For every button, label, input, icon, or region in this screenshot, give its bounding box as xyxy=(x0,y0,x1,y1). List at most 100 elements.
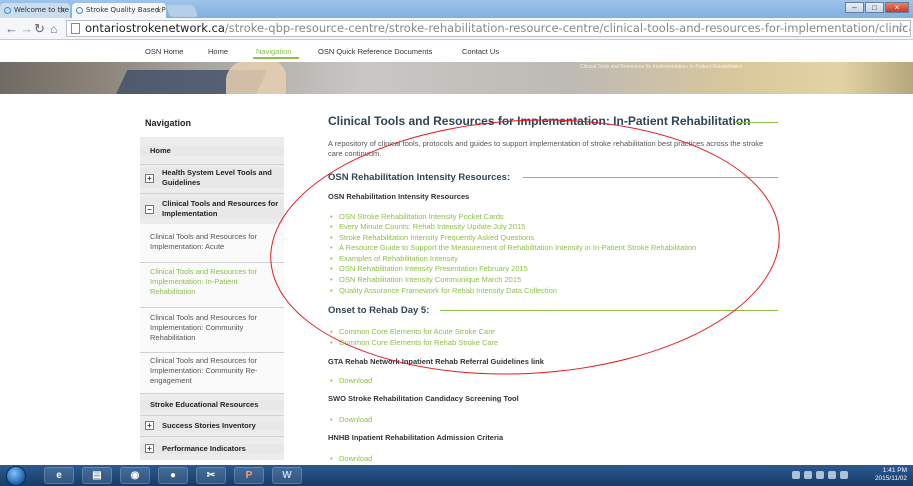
sidebar-item-label: Clinical Tools and Resources for Impleme… xyxy=(150,232,257,251)
section-rule xyxy=(523,177,778,178)
sidebar-item-educational[interactable]: Stroke Educational Resources xyxy=(140,400,284,410)
site-nav: OSN Home Home Navigation OSN Quick Refer… xyxy=(0,41,913,62)
url-host: ontariostrokenetwork.ca xyxy=(85,21,225,35)
resource-link[interactable]: OSN Stroke Rehabilitation Intensity Pock… xyxy=(330,212,504,221)
sidebar-item-home[interactable]: Home xyxy=(140,146,284,156)
back-arrow-icon[interactable]: ← xyxy=(5,22,18,36)
sidebar-item-clinical-tools[interactable]: − Clinical Tools and Resources for Imple… xyxy=(140,199,284,219)
sidebar-divider xyxy=(140,164,284,165)
address-bar[interactable]: ontariostrokenetwork.ca/stroke-qbp-resou… xyxy=(66,20,911,37)
download-link[interactable]: Download xyxy=(330,376,372,385)
download-link[interactable]: Download xyxy=(330,415,372,424)
resource-link[interactable]: A Resource Guide to Support the Measurem… xyxy=(330,243,696,252)
collapse-icon[interactable]: − xyxy=(145,205,154,214)
tray-flag-icon[interactable] xyxy=(840,471,848,479)
expand-icon[interactable]: + xyxy=(145,421,154,430)
close-tab-icon[interactable]: × xyxy=(59,3,66,18)
favicon-icon xyxy=(4,7,11,14)
page-title: Clinical Tools and Resources for Impleme… xyxy=(328,114,751,128)
home-icon[interactable]: ⌂ xyxy=(50,22,57,36)
download-link[interactable]: Download xyxy=(330,454,372,463)
browser-tab-stroke-qbp[interactable]: Stroke Quality Based Proc × xyxy=(72,3,166,18)
tray-arrow-icon[interactable] xyxy=(792,471,800,479)
section-rule xyxy=(440,310,778,311)
window-close-icon[interactable]: × xyxy=(885,2,909,13)
url-path: /stroke-qbp-resource-centre/stroke-rehab… xyxy=(224,21,910,35)
header-banner: Clinical Tools and Resources for Impleme… xyxy=(0,62,913,94)
sidebar-item-label: Clinical Tools and Resources for Impleme… xyxy=(150,356,258,385)
tab-label: Stroke Quality Based Proc xyxy=(86,6,166,14)
page-icon xyxy=(71,23,80,34)
window-controls: – □ × xyxy=(845,2,909,13)
sidebar-divider xyxy=(140,193,284,194)
reload-icon[interactable]: ↻ xyxy=(34,22,45,36)
banner-caption: Clinical Tools and Resources for Impleme… xyxy=(580,64,743,70)
download-heading: SWO Stroke Rehabilitation Candidacy Scre… xyxy=(328,394,519,403)
new-tab-button[interactable] xyxy=(165,5,199,17)
minimize-icon[interactable]: – xyxy=(845,2,864,13)
sidebar-item-label: Clinical Tools and Resources for Impleme… xyxy=(162,199,279,218)
sidebar-title: Navigation xyxy=(145,118,192,128)
sidebar-item-label: Clinical Tools and Resources for Impleme… xyxy=(150,267,257,296)
sidebar-item-label: Stroke Educational Resources xyxy=(150,400,259,409)
sidebar-item-label: Success Stories Inventory xyxy=(162,421,256,430)
start-button[interactable] xyxy=(6,466,26,486)
forward-arrow-icon[interactable]: → xyxy=(20,22,33,36)
chrome-icon[interactable]: ◉ xyxy=(120,467,150,484)
word-icon[interactable]: W xyxy=(272,467,302,484)
site-nav-navigation[interactable]: Navigation xyxy=(256,47,291,56)
resource-link[interactable]: Every Minute Counts: Rehab Intensity Upd… xyxy=(330,222,525,231)
sidebar-item-community-reengagement[interactable]: Clinical Tools and Resources for Impleme… xyxy=(140,353,284,393)
sidebar-item-performance[interactable]: + Performance Indicators xyxy=(140,444,284,454)
sidebar-item-label: Health System Level Tools and Guidelines xyxy=(162,168,272,187)
clock-date: 2015/11/02 xyxy=(874,475,907,482)
folder-icon[interactable]: ▤ xyxy=(82,467,112,484)
resource-link[interactable]: Common Core Elements for Acute Stroke Ca… xyxy=(330,327,495,336)
browser-tab-bar: Welcome to the Ontario S × Stroke Qualit… xyxy=(0,0,913,18)
close-tab-icon[interactable]: × xyxy=(155,3,162,18)
sidebar-item-label: Performance Indicators xyxy=(162,444,246,453)
site-nav-home[interactable]: Home xyxy=(208,47,228,56)
resource-link[interactable]: Examples of Rehabilitation Intensity xyxy=(330,254,458,263)
tray-volume-icon[interactable] xyxy=(828,471,836,479)
powerpoint-icon[interactable]: P xyxy=(234,467,264,484)
active-nav-underline xyxy=(253,57,299,59)
maximize-icon[interactable]: □ xyxy=(865,2,884,13)
sidebar-divider xyxy=(140,393,284,394)
sidebar-item-success-stories[interactable]: + Success Stories Inventory xyxy=(140,421,284,431)
sidebar-item-inpatient-rehab[interactable]: Clinical Tools and Resources for Impleme… xyxy=(140,263,284,307)
clock[interactable]: 1:41 PM 2015/11/02 xyxy=(875,467,907,483)
snipping-tool-icon[interactable]: ✂ xyxy=(196,467,226,484)
clock-time: 1:41 PM xyxy=(882,467,907,474)
sidebar-item-acute[interactable]: Clinical Tools and Resources for Impleme… xyxy=(140,224,284,262)
bookmark-star-icon[interactable]: ☆ xyxy=(896,21,907,36)
tray-app-icon[interactable] xyxy=(804,471,812,479)
resource-link[interactable]: Stroke Rehabilitation Intensity Frequent… xyxy=(330,233,534,242)
resource-link[interactable]: Quality Assurance Framework for Rehab In… xyxy=(330,286,557,295)
favicon-icon xyxy=(76,7,83,14)
subheading-intensity: OSN Rehabilitation Intensity Resources xyxy=(328,192,470,201)
sidebar-nav: Home + Health System Level Tools and Gui… xyxy=(140,137,284,460)
sidebar-item-community-rehab[interactable]: Clinical Tools and Resources for Impleme… xyxy=(140,308,284,352)
resource-link[interactable]: Common Core Elements for Rehab Stroke Ca… xyxy=(330,338,498,347)
page-intro: A repository of clinical tools, protocol… xyxy=(328,139,764,158)
expand-icon[interactable]: + xyxy=(145,174,154,183)
ie-icon[interactable]: e xyxy=(44,467,74,484)
browser-tab-welcome[interactable]: Welcome to the Ontario S × xyxy=(0,3,70,18)
resource-link[interactable]: OSN Rehabilitation Intensity Communique … xyxy=(330,275,521,284)
expand-icon[interactable]: + xyxy=(145,444,154,453)
site-nav-quick-reference[interactable]: OSN Quick Reference Documents xyxy=(318,47,432,56)
sidebar-item-label: Home xyxy=(150,146,171,155)
tray-network-icon[interactable] xyxy=(816,471,824,479)
site-nav-contact[interactable]: Contact Us xyxy=(462,47,499,56)
resource-link[interactable]: OSN Rehabilitation Intensity Presentatio… xyxy=(330,264,528,273)
site-nav-osn-home[interactable]: OSN Home xyxy=(145,47,183,56)
banner-photo-highlight xyxy=(226,62,286,94)
section-heading-intensity: OSN Rehabilitation Intensity Resources: xyxy=(328,172,511,183)
section-heading-onset: Onset to Rehab Day 5: xyxy=(328,305,430,316)
firefox-icon[interactable]: ● xyxy=(158,467,188,484)
sidebar-divider xyxy=(140,436,284,437)
title-rule xyxy=(735,122,778,123)
sidebar-divider xyxy=(140,415,284,416)
sidebar-item-health-system[interactable]: + Health System Level Tools and Guidelin… xyxy=(140,168,284,188)
